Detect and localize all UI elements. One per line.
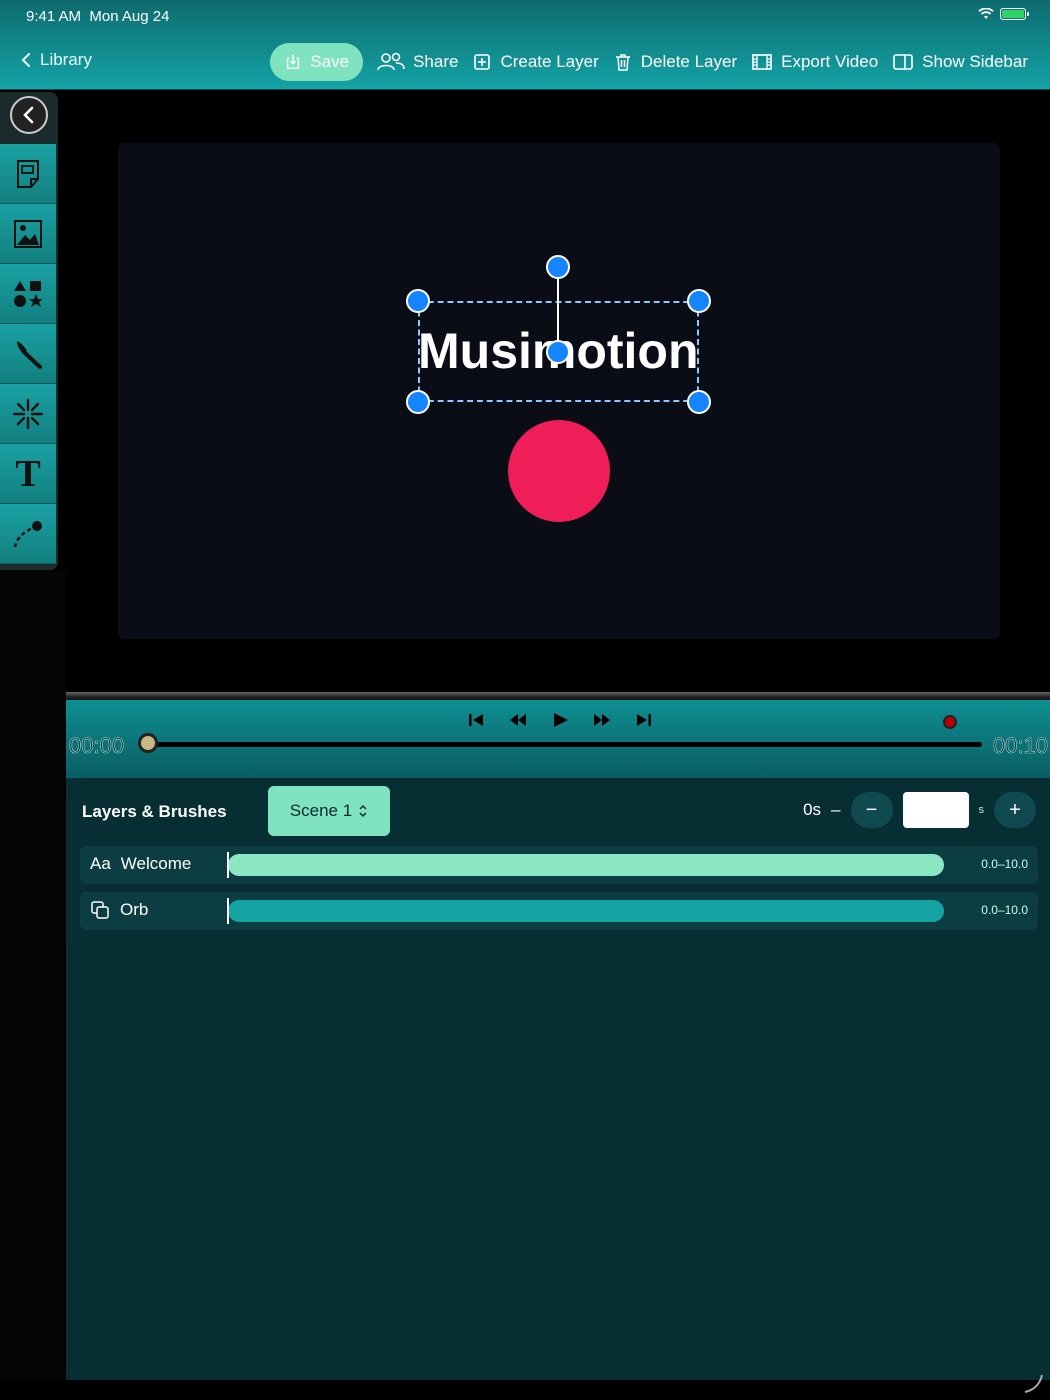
increase-duration-button[interactable]: + xyxy=(994,792,1036,828)
layer-name: Orb xyxy=(120,900,149,919)
duration-separator: – xyxy=(831,800,841,819)
status-bar-icons xyxy=(978,8,1029,20)
layer-start-marker[interactable] xyxy=(227,852,229,878)
record-button[interactable] xyxy=(943,715,957,729)
export-video-button[interactable]: Export Video xyxy=(751,52,878,72)
save-button[interactable]: Save xyxy=(270,43,364,81)
duration-label: 0s xyxy=(803,800,822,819)
layers-icon xyxy=(91,901,109,919)
toolbar: Save Share Create Layer Delete Layer Exp… xyxy=(270,42,1028,82)
path-tool[interactable] xyxy=(0,504,56,564)
layer-name: Welcome xyxy=(120,854,192,873)
people-icon xyxy=(377,52,405,71)
text-icon: T xyxy=(15,452,41,495)
wifi-icon xyxy=(978,8,994,19)
duration-controls: 0s – − s + xyxy=(803,792,1036,828)
brush-icon xyxy=(17,340,42,369)
duration-input[interactable] xyxy=(902,792,969,828)
resize-handle-bottom-right[interactable] xyxy=(687,390,711,414)
timecode-start: 00:00 xyxy=(69,733,125,759)
show-sidebar-button[interactable]: Show Sidebar xyxy=(892,52,1028,72)
chevron-left-icon xyxy=(23,106,34,124)
status-bar-time: 9:41 AM Mon Aug 24 xyxy=(26,8,170,25)
top-bar: 9:41 AM Mon Aug 24 Library Save Share Cr… xyxy=(0,0,1050,90)
rewind-icon[interactable] xyxy=(508,710,528,730)
resize-corner-icon xyxy=(1024,1374,1043,1393)
text-layer-icon: Aa xyxy=(90,854,111,873)
timeline-divider[interactable] xyxy=(66,692,1050,700)
layer-start-marker[interactable] xyxy=(227,898,229,924)
brush-tool[interactable] xyxy=(0,324,56,384)
share-button[interactable]: Share xyxy=(377,52,458,72)
timecode-end: 00:10 xyxy=(992,733,1049,759)
fast-forward-icon[interactable] xyxy=(592,710,612,730)
play-icon[interactable] xyxy=(550,710,570,730)
image-icon xyxy=(14,219,42,248)
chevron-up-down-icon xyxy=(359,804,367,818)
skip-to-end-icon[interactable] xyxy=(634,710,654,730)
rotation-handle[interactable] xyxy=(546,255,570,279)
scrubber-track[interactable] xyxy=(144,742,982,747)
left-strip xyxy=(0,570,66,1380)
transport-controls xyxy=(466,710,654,730)
layer-duration-bar[interactable] xyxy=(228,854,944,876)
layer-duration-bar[interactable] xyxy=(228,900,944,922)
delete-layer-button[interactable]: Delete Layer xyxy=(613,52,737,72)
duration-unit: s xyxy=(978,804,985,816)
playhead-handle[interactable] xyxy=(138,733,158,753)
resize-handle-top-right[interactable] xyxy=(687,289,711,313)
tool-panel: T xyxy=(0,92,58,570)
decrease-duration-button[interactable]: − xyxy=(850,792,893,828)
plus-square-icon xyxy=(474,54,491,70)
layer-row-orb[interactable]: Orb 0.0–10.0 xyxy=(80,892,1038,930)
rotation-line xyxy=(557,278,559,348)
path-icon xyxy=(13,520,42,547)
battery-icon xyxy=(1000,8,1029,20)
skip-to-start-icon[interactable] xyxy=(466,710,486,730)
image-tool[interactable] xyxy=(0,204,56,264)
resize-handle-top-left[interactable] xyxy=(406,289,430,313)
sparkle-icon xyxy=(12,398,44,429)
layer-range: 0.0–10.0 xyxy=(981,903,1028,917)
timeline: 00:00 00:10 xyxy=(66,700,1050,778)
move-handle-center[interactable] xyxy=(546,340,570,364)
document-icon xyxy=(17,159,39,188)
layers-title: Layers & Brushes xyxy=(82,802,227,821)
resize-handle-bottom-left[interactable] xyxy=(406,390,430,414)
chevron-left-icon xyxy=(21,53,30,67)
sidebar-icon xyxy=(893,54,913,70)
layers-panel: Layers & Brushes Scene 1 0s – − s + Aa W… xyxy=(66,778,1050,1380)
film-icon xyxy=(752,54,772,70)
back-to-library-button[interactable]: Library xyxy=(20,50,92,70)
layer-row-welcome[interactable]: Aa Welcome 0.0–10.0 xyxy=(80,846,1038,884)
shapes-icon xyxy=(14,280,43,307)
bottom-strip xyxy=(0,1380,1050,1400)
navigation-bar: Library Save Share Create Layer Delete L… xyxy=(0,42,1050,82)
orb-layer[interactable] xyxy=(508,420,610,522)
shapes-tool[interactable] xyxy=(0,264,56,324)
particles-tool[interactable] xyxy=(0,384,56,444)
layer-range: 0.0–10.0 xyxy=(981,857,1028,871)
save-icon xyxy=(287,54,300,70)
scene-selector[interactable]: Scene 1 xyxy=(268,786,390,836)
text-tool[interactable]: T xyxy=(0,444,56,504)
document-tool[interactable] xyxy=(0,144,56,204)
create-layer-button[interactable]: Create Layer xyxy=(472,52,599,72)
collapse-tools-button[interactable] xyxy=(10,96,48,134)
trash-icon xyxy=(615,54,630,71)
